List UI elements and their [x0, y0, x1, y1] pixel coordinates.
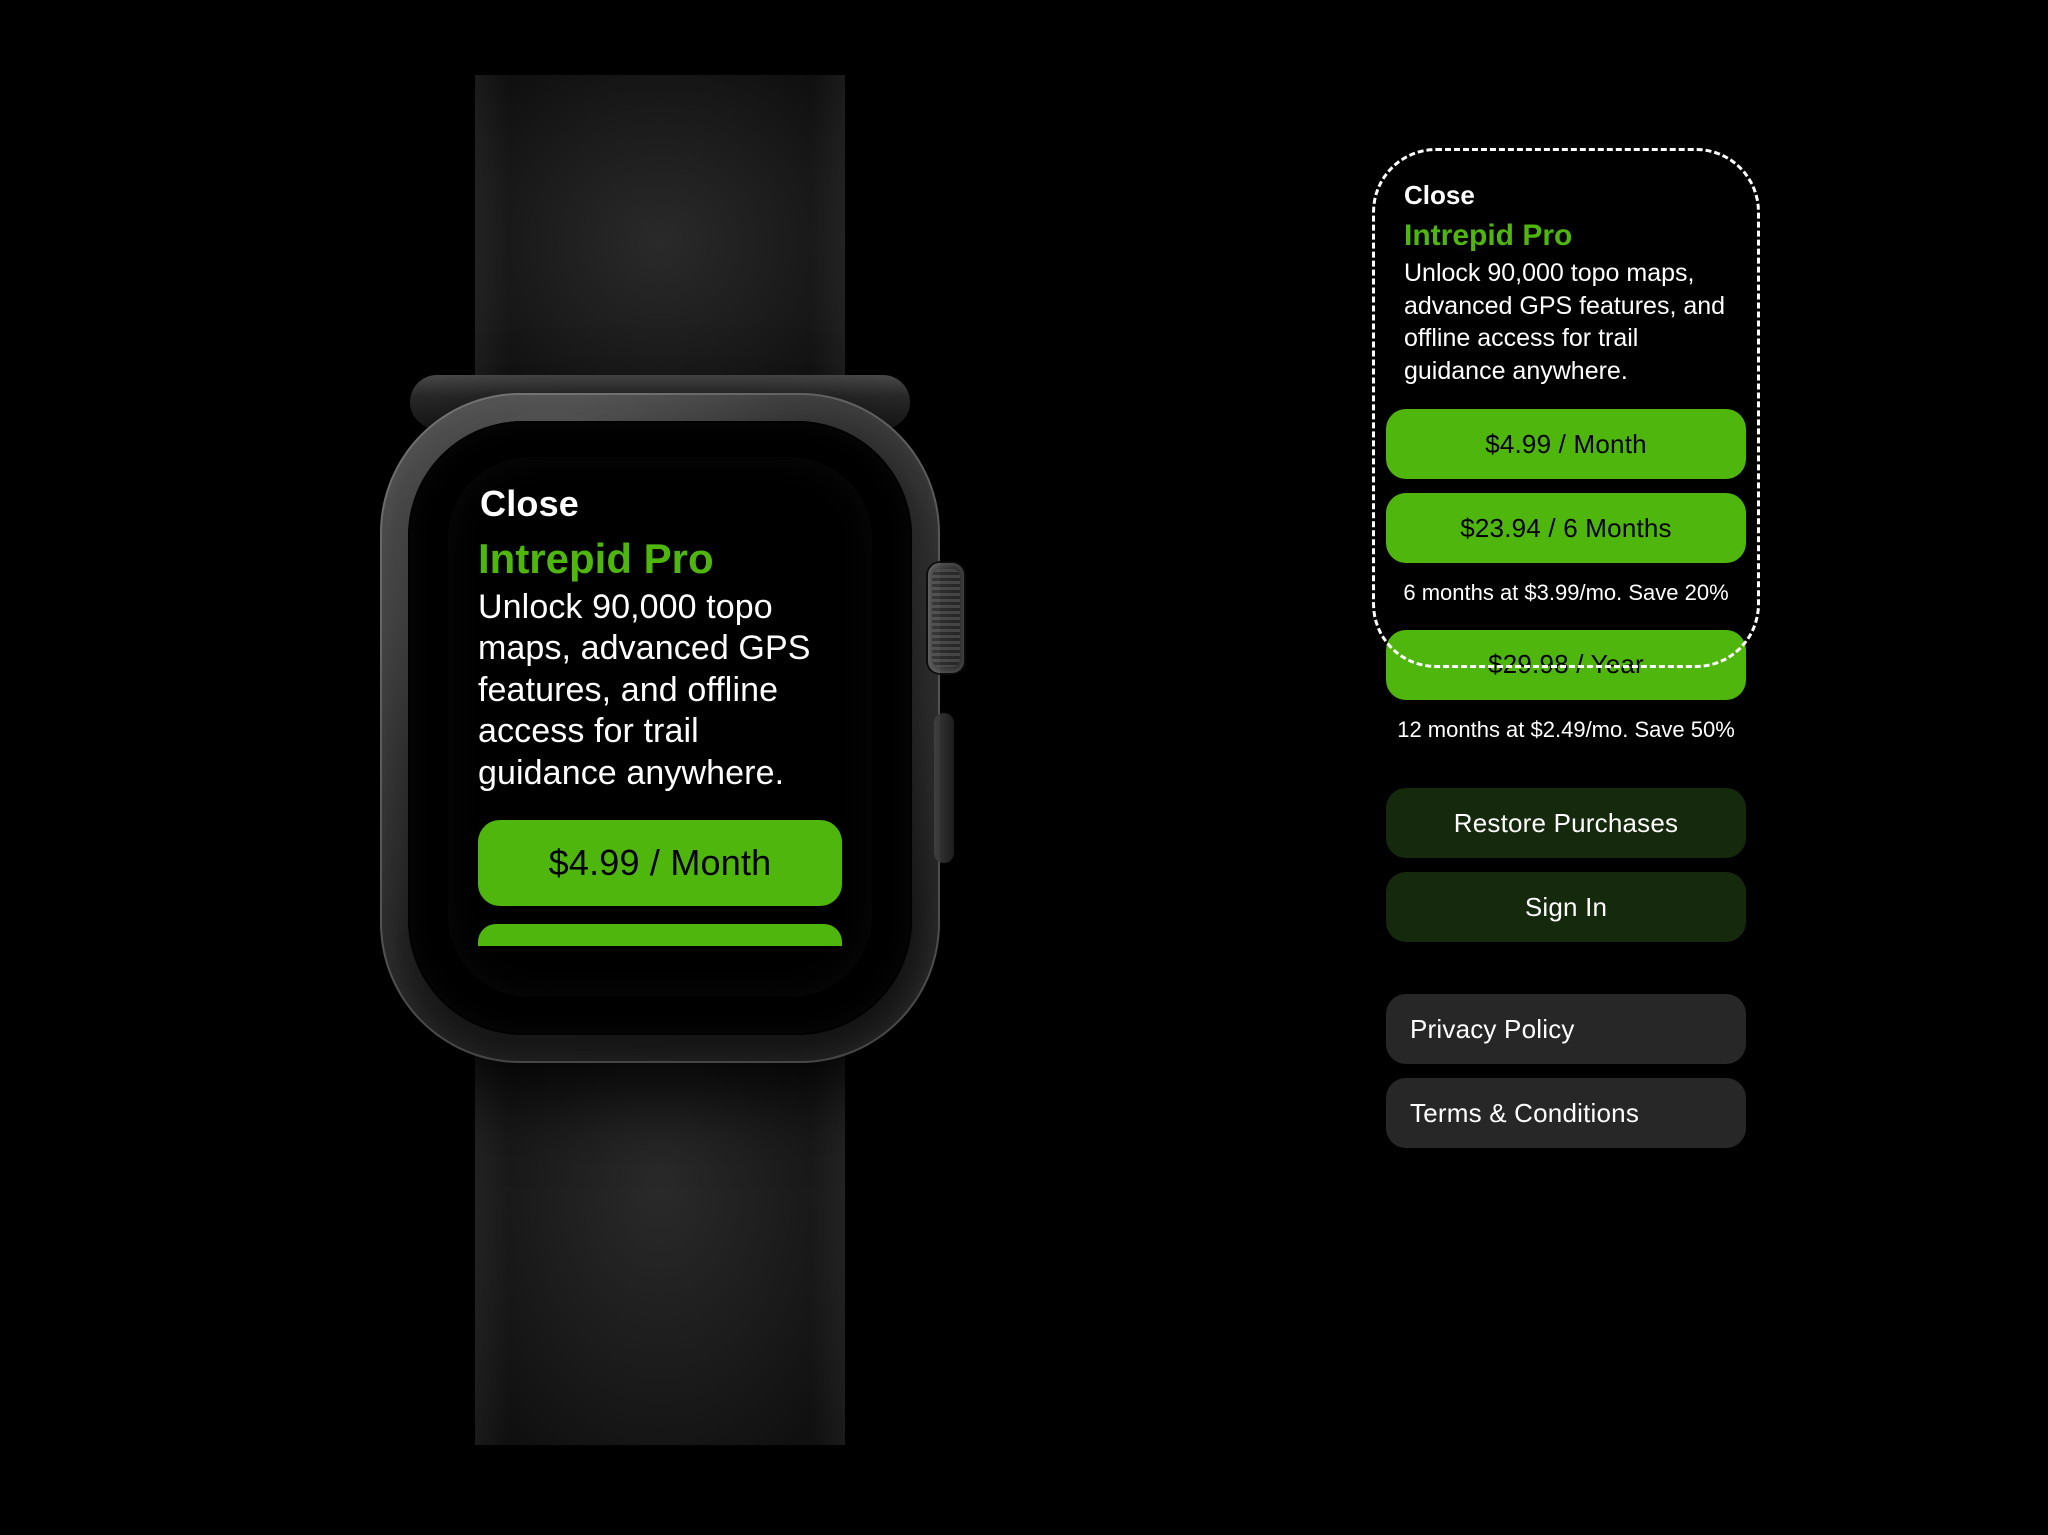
- product-description: Unlock 90,000 topo maps, advanced GPS fe…: [1404, 257, 1730, 387]
- full-scroll-panel: Close Intrepid Pro Unlock 90,000 topo ma…: [1386, 160, 1746, 1148]
- plan-six-month-button[interactable]: $23.94 / 6 Months: [1386, 493, 1746, 563]
- close-button[interactable]: Close: [480, 483, 842, 525]
- next-plan-peek[interactable]: [478, 924, 842, 946]
- watch-band-top: [475, 75, 845, 410]
- watch-case: Close Intrepid Pro Unlock 90,000 topo ma…: [380, 393, 940, 1063]
- side-button[interactable]: [934, 713, 954, 863]
- product-title: Intrepid Pro: [1404, 219, 1746, 253]
- plan-six-month-subtext: 6 months at $3.99/mo. Save 20%: [1386, 579, 1746, 608]
- close-button[interactable]: Close: [1404, 180, 1746, 211]
- product-description: Unlock 90,000 topo maps, advanced GPS fe…: [478, 587, 842, 794]
- plan-monthly-button[interactable]: $4.99 / Month: [478, 820, 842, 906]
- plan-monthly-button[interactable]: $4.99 / Month: [1386, 409, 1746, 479]
- digital-crown[interactable]: [928, 563, 964, 673]
- product-title: Intrepid Pro: [478, 535, 842, 583]
- terms-conditions-button[interactable]: Terms & Conditions: [1386, 1078, 1746, 1148]
- watch-screen: Close Intrepid Pro Unlock 90,000 topo ma…: [448, 457, 872, 997]
- restore-purchases-button[interactable]: Restore Purchases: [1386, 788, 1746, 858]
- sign-in-button[interactable]: Sign In: [1386, 872, 1746, 942]
- plan-yearly-subtext: 12 months at $2.49/mo. Save 50%: [1386, 716, 1746, 745]
- privacy-policy-button[interactable]: Privacy Policy: [1386, 994, 1746, 1064]
- watch-bezel: Close Intrepid Pro Unlock 90,000 topo ma…: [408, 421, 912, 1035]
- apple-watch-mockup: Close Intrepid Pro Unlock 90,000 topo ma…: [310, 75, 1010, 1445]
- plan-yearly-button[interactable]: $29.98 / Year: [1386, 630, 1746, 700]
